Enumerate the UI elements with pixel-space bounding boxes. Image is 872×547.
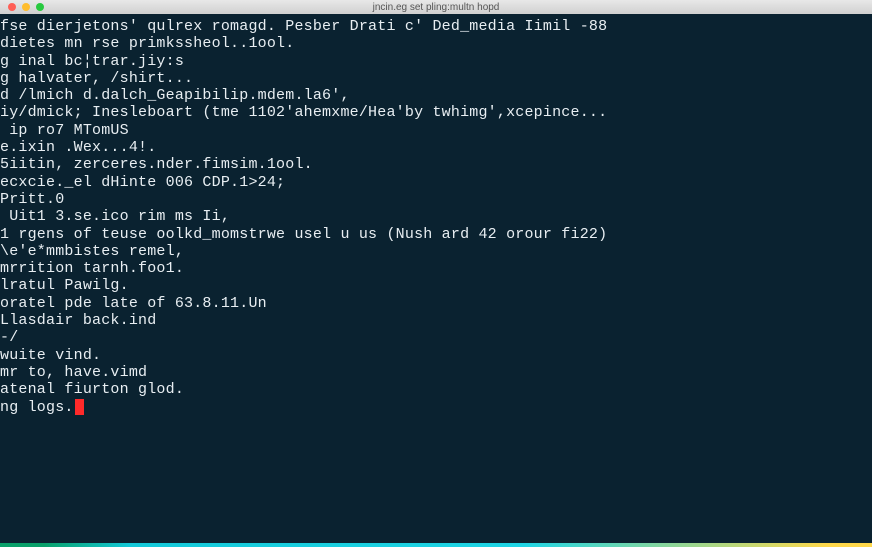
terminal-line: g inal bc¦trar.jiy:s bbox=[0, 53, 872, 70]
terminal-output[interactable]: fse dierjetons' qulrex romagd. Pesber Dr… bbox=[0, 14, 872, 543]
terminal-line: 5iitin, zerceres.nder.fimsim.1ool. bbox=[0, 156, 872, 173]
terminal-line: iy/dmick; Inesleboart (tme 1102'ahemxme/… bbox=[0, 104, 872, 121]
terminal-line: 1 rgens of teuse oolkd_momstrwe usel u u… bbox=[0, 226, 872, 243]
window-title: jncin.eg set pling:multn hopd bbox=[373, 2, 500, 13]
terminal-line: ip ro7 MTomUS bbox=[0, 122, 872, 139]
terminal-line: Llasdair back.ind bbox=[0, 312, 872, 329]
window-titlebar: jncin.eg set pling:multn hopd bbox=[0, 0, 872, 14]
terminal-line: d /lmich d.dalch_Geapibilip.mdem.la6', bbox=[0, 87, 872, 104]
terminal-line: -/ bbox=[0, 329, 872, 346]
terminal-line: ecxcie._el dHinte 006 CDP.1>24; bbox=[0, 174, 872, 191]
bottom-accent-strip bbox=[0, 543, 872, 547]
terminal-line: fse dierjetons' qulrex romagd. Pesber Dr… bbox=[0, 18, 872, 35]
terminal-line-text: ng logs. bbox=[0, 399, 74, 416]
terminal-line: g halvater, /shirt... bbox=[0, 70, 872, 87]
terminal-line: dietes mn rse primkssheol..1ool. bbox=[0, 35, 872, 52]
terminal-line: atenal fiurton glod. bbox=[0, 381, 872, 398]
terminal-line: oratel pde late of 63.8.11.Un bbox=[0, 295, 872, 312]
maximize-icon[interactable] bbox=[36, 3, 44, 11]
terminal-line: wuite vind. bbox=[0, 347, 872, 364]
terminal-line: mr to, have.vimd bbox=[0, 364, 872, 381]
window-controls bbox=[0, 3, 44, 11]
terminal-line: \e'e*mmbistes remel, bbox=[0, 243, 872, 260]
minimize-icon[interactable] bbox=[22, 3, 30, 11]
terminal-line: Uit1 3.se.ico rim ms Ii, bbox=[0, 208, 872, 225]
terminal-line: lratul Pawilg. bbox=[0, 277, 872, 294]
close-icon[interactable] bbox=[8, 3, 16, 11]
terminal-line: Pritt.0 bbox=[0, 191, 872, 208]
terminal-line: e.ixin .Wex...4!. bbox=[0, 139, 872, 156]
cursor-icon bbox=[75, 399, 84, 415]
terminal-line: mrrition tarnh.foo1. bbox=[0, 260, 872, 277]
terminal-current-line: ng logs. bbox=[0, 399, 872, 416]
